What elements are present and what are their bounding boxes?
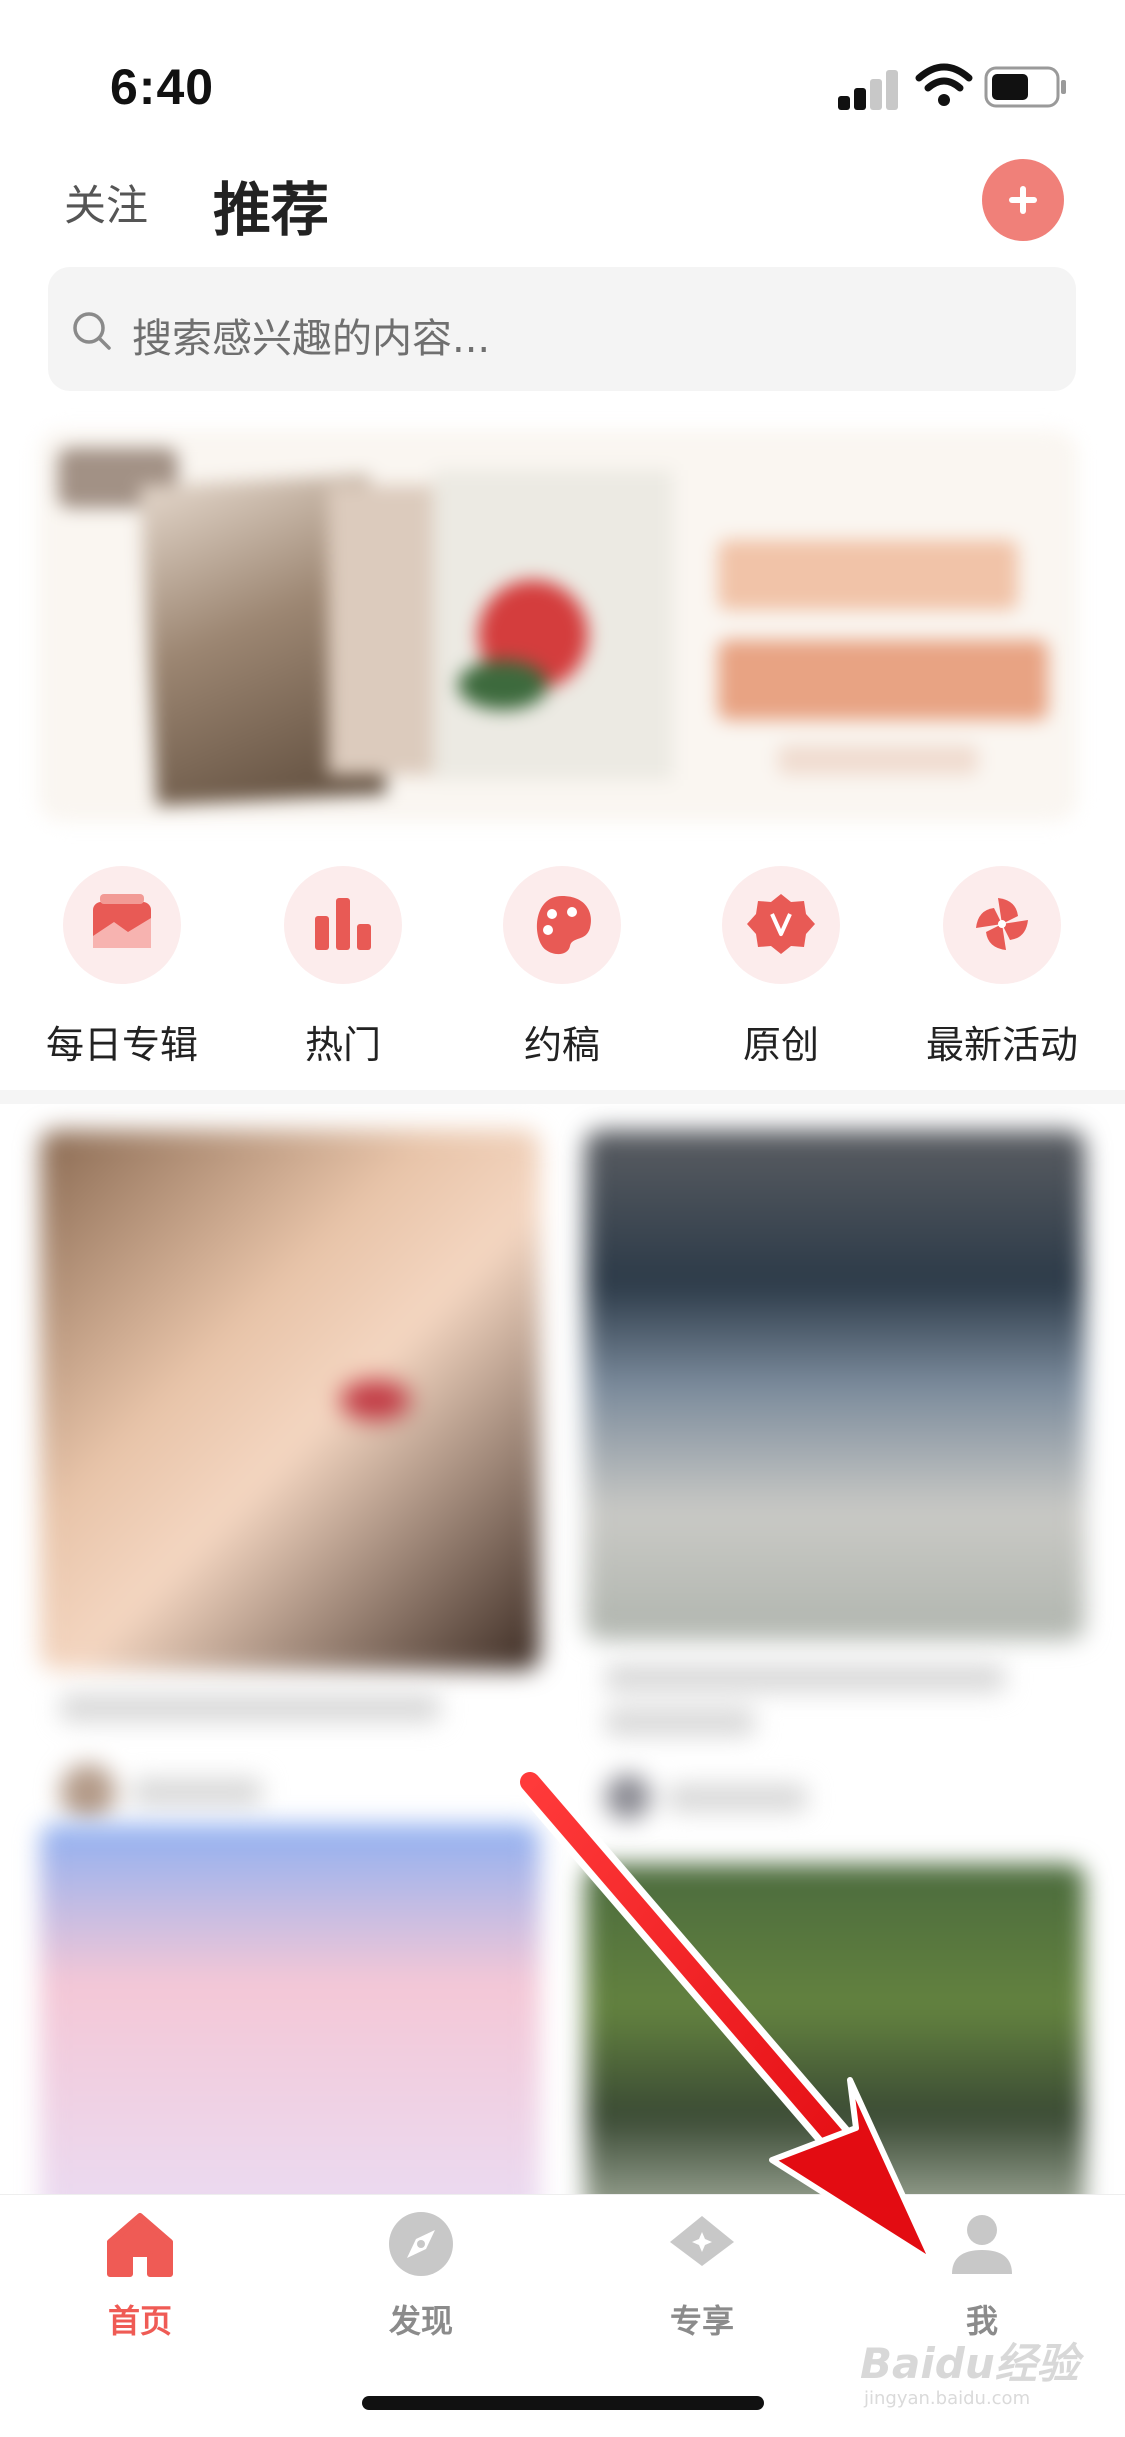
diamond-icon <box>670 2216 734 2266</box>
category-commission[interactable]: 约稿 <box>462 866 662 1067</box>
person-icon <box>952 2215 1012 2274</box>
avatar[interactable] <box>605 1774 651 1820</box>
feed-card-title-blurred <box>605 1664 1005 1692</box>
author-name-blurred <box>667 1784 807 1812</box>
nav-exclusive[interactable]: 专享 <box>612 2208 792 2340</box>
banner-heading-blurred <box>718 640 1048 720</box>
bar-chart-icon <box>315 898 371 950</box>
watermark-logo: Baidu经验 <box>860 2339 1079 2388</box>
category-label: 原创 <box>742 1023 819 1067</box>
avatar[interactable] <box>60 1764 116 1820</box>
nav-label: 专享 <box>669 2302 734 2340</box>
feed-card-title-blurred <box>60 1694 440 1722</box>
status-time: 6:40 <box>110 59 215 115</box>
feed-card-image[interactable] <box>40 1130 540 1670</box>
tab-follow[interactable]: 关注 <box>64 172 148 233</box>
feed-card-image[interactable] <box>40 1824 540 2194</box>
image-detail <box>340 1380 410 1420</box>
feed-card-image[interactable] <box>585 1130 1085 1640</box>
cellular-signal-icon <box>838 66 900 110</box>
wifi-icon <box>915 63 973 106</box>
category-latest-events[interactable]: 最新活动 <box>902 866 1102 1067</box>
nav-home[interactable]: 首页 <box>50 2208 230 2340</box>
pinwheel-icon <box>976 898 1028 950</box>
category-label: 最新活动 <box>925 1023 1078 1067</box>
album-icon <box>93 894 151 948</box>
battery-icon <box>984 66 1066 108</box>
category-label: 约稿 <box>523 1023 600 1067</box>
feed-card-image[interactable] <box>585 1864 1085 2194</box>
section-divider <box>0 1090 1125 1104</box>
search-icon <box>73 312 111 350</box>
home-indicator <box>362 2396 764 2410</box>
nav-me[interactable]: 我 <box>892 2208 1072 2340</box>
banner-leaf <box>458 660 548 710</box>
v-badge-icon <box>747 894 815 954</box>
category-original[interactable]: 原创 <box>681 866 881 1067</box>
category-label: 每日专辑 <box>45 1023 198 1067</box>
tab-recommend[interactable]: 推荐 <box>213 163 329 247</box>
category-hot[interactable]: 热门 <box>243 866 443 1067</box>
feed-card-title-blurred <box>605 1708 755 1736</box>
feed-grid <box>0 1104 1125 2194</box>
compass-icon <box>389 2212 453 2276</box>
palette-icon <box>536 896 592 955</box>
author-name-blurred <box>132 1778 262 1806</box>
category-label: 热门 <box>304 1023 381 1067</box>
promo-banner[interactable] <box>38 430 1078 822</box>
home-icon <box>107 2213 173 2277</box>
add-button[interactable] <box>982 159 1064 241</box>
nav-label: 发现 <box>388 2302 453 2340</box>
nav-discover[interactable]: 发现 <box>331 2208 511 2340</box>
watermark-url: jingyan.baidu.com <box>864 2388 1031 2409</box>
search-placeholder: 搜索感兴趣的内容... <box>132 316 491 362</box>
nav-label: 首页 <box>107 2302 172 2340</box>
banner-heading-blurred <box>718 540 1018 610</box>
category-daily-album[interactable]: 每日专辑 <box>22 866 222 1067</box>
banner-subtitle-blurred <box>778 745 978 775</box>
